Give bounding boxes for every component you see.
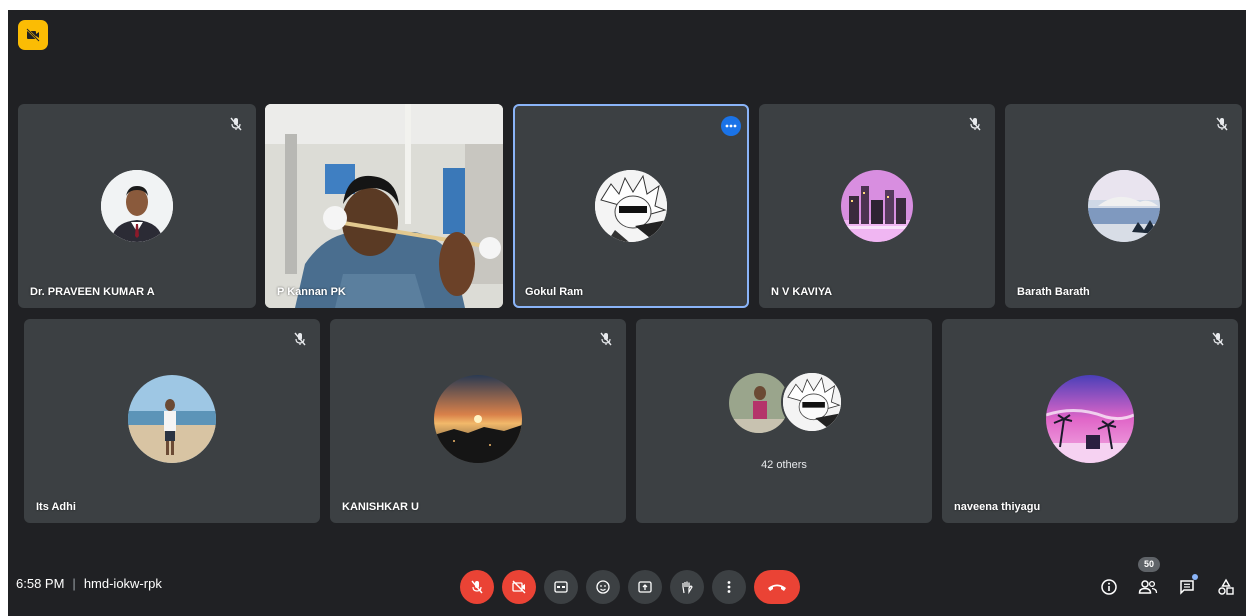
more-options-button[interactable] bbox=[712, 570, 746, 604]
mic-off-icon bbox=[969, 117, 981, 131]
chat-icon bbox=[1180, 580, 1194, 595]
participant-tile[interactable]: N V KAVIYA bbox=[759, 104, 995, 308]
end-call-button[interactable] bbox=[754, 570, 800, 604]
participant-tile[interactable]: KANISHKAR U bbox=[330, 319, 626, 523]
mic-off-icon bbox=[1212, 332, 1224, 346]
captions-icon bbox=[554, 581, 568, 593]
more-options-button[interactable] bbox=[721, 116, 741, 136]
meeting-details-button[interactable] bbox=[1096, 574, 1122, 600]
chat-button[interactable] bbox=[1174, 574, 1200, 600]
participant-name: N V KAVIYA bbox=[771, 286, 833, 298]
people-icon bbox=[1138, 580, 1158, 594]
present-button[interactable] bbox=[628, 570, 662, 604]
others-count-label: 42 others bbox=[761, 459, 807, 471]
meeting-code: hmd-iokw-rpk bbox=[83, 576, 162, 591]
participant-tile[interactable]: naveena thiyagu bbox=[942, 319, 1238, 523]
more-horizontal-icon bbox=[725, 124, 737, 128]
participant-name: naveena thiyagu bbox=[954, 501, 1041, 513]
mic-off-icon bbox=[230, 117, 242, 131]
participant-name: Its Adhi bbox=[36, 501, 76, 513]
participant-video bbox=[265, 104, 503, 308]
participant-tile[interactable]: Its Adhi bbox=[24, 319, 320, 523]
participant-name: KANISHKAR U bbox=[342, 501, 419, 513]
meeting-info: 6:58 PM | hmd-iokw-rpk bbox=[16, 576, 162, 591]
present-icon bbox=[638, 581, 652, 593]
raise-hand-icon bbox=[682, 581, 693, 595]
emoji-icon bbox=[596, 580, 610, 594]
people-button[interactable] bbox=[1135, 574, 1161, 600]
avatar bbox=[1088, 170, 1160, 242]
captions-button[interactable] bbox=[544, 570, 578, 604]
activities-button[interactable] bbox=[1213, 574, 1239, 600]
meet-window: Dr. PRAVEEN KUMAR A P Kannan PK Gokul Ra… bbox=[8, 10, 1246, 616]
camera-off-icon bbox=[512, 580, 526, 594]
participant-name: Gokul Ram bbox=[525, 286, 584, 298]
mic-off-icon bbox=[1216, 117, 1228, 131]
participants-count-badge: 50 bbox=[1138, 557, 1160, 572]
participant-tile-active[interactable]: Gokul Ram bbox=[513, 104, 749, 308]
participant-tile[interactable]: Dr. PRAVEEN KUMAR A bbox=[18, 104, 256, 308]
avatar bbox=[101, 170, 173, 242]
activities-icon bbox=[1218, 578, 1234, 595]
participant-name: P Kannan PK bbox=[277, 286, 346, 298]
avatar bbox=[841, 170, 913, 242]
others-tile[interactable]: 42 others bbox=[636, 319, 932, 523]
end-call-icon bbox=[768, 584, 786, 591]
more-options-icon bbox=[727, 581, 731, 593]
participant-tile[interactable]: Barath Barath bbox=[1005, 104, 1242, 308]
mic-off-icon bbox=[294, 332, 306, 346]
avatar bbox=[781, 371, 843, 433]
participant-video-tile[interactable]: P Kannan PK bbox=[265, 104, 503, 308]
raise-hand-button[interactable] bbox=[670, 570, 704, 604]
avatar bbox=[434, 375, 522, 463]
mic-toggle-button[interactable] bbox=[460, 570, 494, 604]
avatar bbox=[729, 373, 789, 433]
info-icon bbox=[1101, 579, 1117, 595]
avatar bbox=[128, 375, 216, 463]
chat-notification-dot bbox=[1192, 574, 1198, 580]
camera-toggle-button[interactable] bbox=[502, 570, 536, 604]
camera-off-indicator[interactable] bbox=[18, 20, 48, 50]
camera-off-icon bbox=[26, 28, 40, 42]
reactions-button[interactable] bbox=[586, 570, 620, 604]
participant-name: Barath Barath bbox=[1017, 286, 1090, 298]
avatar bbox=[1046, 375, 1134, 463]
mic-off-icon bbox=[600, 332, 612, 346]
avatar bbox=[595, 170, 667, 242]
meeting-time: 6:58 PM bbox=[16, 576, 65, 591]
mic-off-icon bbox=[471, 580, 483, 594]
meeting-separator: | bbox=[72, 576, 76, 591]
participant-name: Dr. PRAVEEN KUMAR A bbox=[30, 286, 155, 298]
